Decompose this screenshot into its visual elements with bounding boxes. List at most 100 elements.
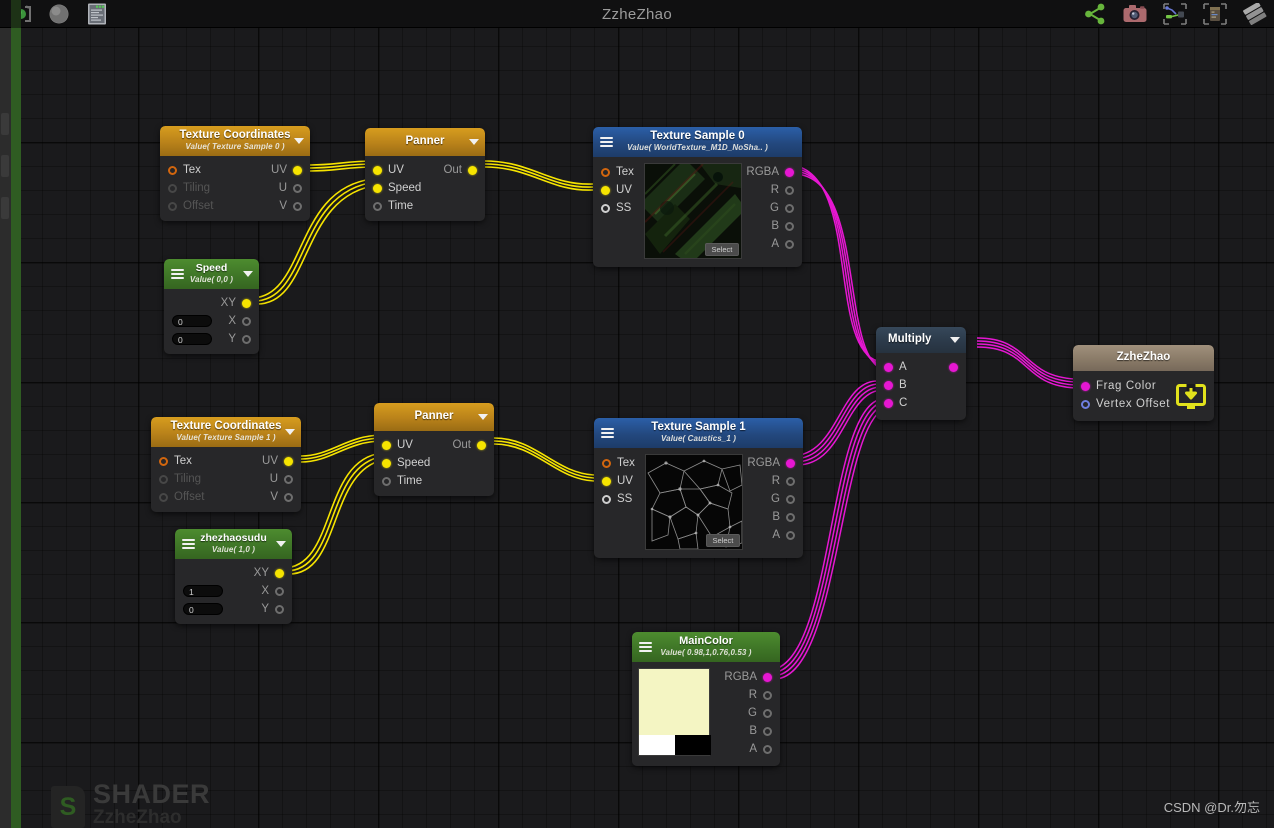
input-pin[interactable]	[159, 492, 168, 502]
x-value-input[interactable]: 0	[172, 315, 212, 327]
node-port-row[interactable]: RGBA	[747, 454, 795, 472]
node-header[interactable]: Texture Coordinates Value( Texture Sampl…	[151, 417, 301, 447]
node-header[interactable]: Panner	[374, 403, 494, 431]
node-field-row[interactable]: 1 X	[175, 582, 292, 600]
node-port-row[interactable]: Tex	[601, 163, 640, 181]
texture-sample-0-node[interactable]: Texture Sample 0 Value( WorldTexture_M1D…	[593, 127, 802, 267]
node-port-row[interactable]: SS	[601, 199, 640, 217]
chevron-down-icon[interactable]	[950, 337, 960, 343]
output-pin[interactable]	[763, 726, 772, 736]
input-pin[interactable]	[884, 398, 893, 408]
node-port-row[interactable]: Tex UV	[160, 161, 310, 179]
apply-shader-icon[interactable]	[1176, 384, 1206, 415]
multiply-node[interactable]: Multiply A B C	[876, 327, 966, 420]
zhezhaosudu-parameter-node[interactable]: zhezhaosudu Value( 1,0 ) XY 1 X 0 Y	[175, 529, 292, 624]
node-header[interactable]: Texture Coordinates Value( Texture Sampl…	[160, 126, 310, 156]
node-port-row[interactable]: C	[876, 394, 966, 412]
chevron-down-icon[interactable]	[478, 414, 488, 420]
input-pin[interactable]	[884, 362, 893, 372]
node-header[interactable]: zhezhaosudu Value( 1,0 )	[175, 529, 292, 559]
output-pin[interactable]	[293, 183, 302, 193]
chevron-down-icon[interactable]	[294, 138, 304, 144]
left-toolbar-strip[interactable]	[0, 28, 11, 828]
output-pin[interactable]	[242, 316, 251, 326]
node-port-row[interactable]: SS	[602, 490, 641, 508]
node-port-row[interactable]: A	[746, 235, 794, 253]
input-pin[interactable]	[168, 183, 177, 193]
camera-icon[interactable]	[1122, 3, 1148, 25]
node-port-row[interactable]: XY	[164, 294, 259, 312]
output-pin[interactable]	[284, 456, 293, 466]
node-port-row[interactable]: B	[876, 376, 966, 394]
texture-coordinates-node[interactable]: Texture Coordinates Value( Texture Sampl…	[160, 126, 310, 221]
output-pin[interactable]	[786, 476, 795, 486]
properties-panel-icon[interactable]	[1202, 3, 1228, 25]
node-port-row[interactable]: A	[747, 526, 795, 544]
texture-sample-1-node[interactable]: Texture Sample 1 Value( Caustics_1 ) Tex…	[594, 418, 803, 558]
node-port-row[interactable]: G	[716, 704, 772, 722]
node-port-row[interactable]: UV Out	[374, 436, 494, 454]
output-pin[interactable]	[763, 672, 772, 682]
output-pin[interactable]	[763, 708, 772, 718]
node-header[interactable]: Texture Sample 1 Value( Caustics_1 )	[594, 418, 803, 448]
output-pin[interactable]	[785, 221, 794, 231]
node-graph-icon[interactable]	[1162, 3, 1188, 25]
node-header[interactable]: Texture Sample 0 Value( WorldTexture_M1D…	[593, 127, 802, 157]
input-pin[interactable]	[373, 201, 382, 211]
output-pin[interactable]	[468, 165, 477, 175]
input-pin[interactable]	[373, 183, 382, 193]
node-header[interactable]: Multiply	[876, 327, 966, 353]
node-port-row[interactable]: Speed	[365, 179, 485, 197]
output-pin[interactable]	[293, 201, 302, 211]
input-pin[interactable]	[884, 380, 893, 390]
node-port-row[interactable]: RGBA	[746, 163, 794, 181]
input-pin[interactable]	[382, 476, 391, 486]
node-port-row[interactable]: G	[746, 199, 794, 217]
node-port-row[interactable]: UV	[602, 472, 641, 490]
output-pin[interactable]	[293, 165, 302, 175]
node-port-row[interactable]: Tex UV	[151, 452, 301, 470]
node-field-row[interactable]: 0 Y	[164, 330, 259, 348]
chevron-down-icon[interactable]	[285, 429, 295, 435]
output-pin[interactable]	[763, 744, 772, 754]
output-pin[interactable]	[786, 530, 795, 540]
output-pin[interactable]	[785, 167, 794, 177]
input-pin[interactable]	[159, 474, 168, 484]
output-pin[interactable]	[786, 458, 795, 468]
input-pin[interactable]	[168, 201, 177, 211]
node-port-row[interactable]: A	[876, 358, 966, 376]
output-pin[interactable]	[275, 586, 284, 596]
share-icon[interactable]	[1082, 3, 1108, 25]
input-pin[interactable]	[602, 458, 611, 468]
node-header[interactable]: Speed Value( 0,0 )	[164, 259, 259, 289]
chevron-down-icon[interactable]	[243, 271, 253, 277]
node-header[interactable]: Panner	[365, 128, 485, 156]
output-pin[interactable]	[786, 494, 795, 504]
node-field-row[interactable]: 0 Y	[175, 600, 292, 618]
input-pin[interactable]	[601, 203, 610, 213]
node-port-row[interactable]: Time	[365, 197, 485, 215]
input-pin[interactable]	[1081, 399, 1090, 409]
output-pin[interactable]	[763, 690, 772, 700]
chevron-down-icon[interactable]	[469, 139, 479, 145]
node-port-row[interactable]: R	[716, 686, 772, 704]
output-pin[interactable]	[785, 203, 794, 213]
sphere-preview-icon[interactable]	[46, 3, 72, 25]
node-port-row[interactable]: Tiling U	[151, 470, 301, 488]
panner-node[interactable]: Panner UV Out Speed Time	[374, 403, 494, 496]
output-pin[interactable]	[786, 512, 795, 522]
input-pin[interactable]	[159, 456, 168, 466]
node-header[interactable]: ZzheZhao	[1073, 345, 1214, 371]
speed-parameter-node[interactable]: Speed Value( 0,0 ) XY 0 X 0 Y	[164, 259, 259, 354]
node-port-row[interactable]: UV Out	[365, 161, 485, 179]
node-port-row[interactable]: Offset V	[160, 197, 310, 215]
code-document-icon[interactable]	[84, 3, 110, 25]
output-pin[interactable]	[275, 604, 284, 614]
node-port-row[interactable]: Speed	[374, 454, 494, 472]
node-port-row[interactable]: R	[747, 472, 795, 490]
node-field-row[interactable]: 0 X	[164, 312, 259, 330]
output-pin[interactable]	[275, 568, 284, 578]
panner-node[interactable]: Panner UV Out Speed Time	[365, 128, 485, 221]
output-pin[interactable]	[284, 474, 293, 484]
input-pin[interactable]	[382, 458, 391, 468]
